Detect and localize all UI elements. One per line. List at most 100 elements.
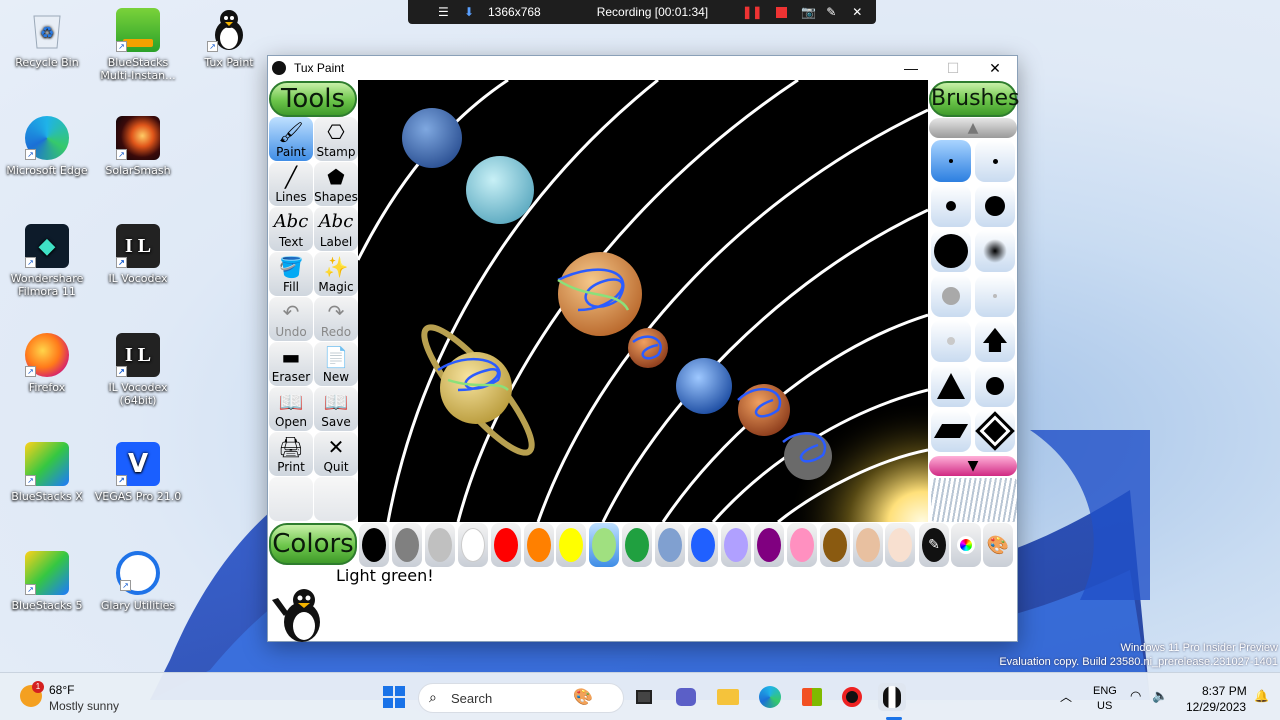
volume-icon[interactable]: 🔈 xyxy=(1152,688,1168,704)
search-box[interactable]: ⌕ Search 🎨 xyxy=(418,683,624,713)
tool-redo[interactable]: ↷ Redo xyxy=(314,297,358,341)
notification-bell-icon[interactable]: 🔔 xyxy=(1254,689,1269,703)
brushes-scroll-down[interactable]: ▼ xyxy=(929,456,1017,476)
desktop-icon-bluestacks-multi[interactable]: ↗ BlueStacks Multi-Instan... xyxy=(92,8,184,82)
tool-text[interactable]: Abc Text xyxy=(269,207,313,251)
close-icon[interactable]: ✕ xyxy=(852,5,862,19)
color-swatch[interactable] xyxy=(359,523,389,567)
camera-icon[interactable]: 📷 xyxy=(801,5,816,19)
task-view-button[interactable] xyxy=(630,683,658,711)
weather-widget[interactable]: 1 68°F Mostly sunny xyxy=(20,681,160,715)
color-rainbow-picker[interactable] xyxy=(951,523,981,567)
label-icon: Abc xyxy=(318,211,354,232)
brush-10[interactable]: 🡅 xyxy=(975,320,1015,362)
color-swatch[interactable] xyxy=(655,523,686,567)
edge-taskbar-button[interactable] xyxy=(756,683,784,711)
tool-stamp[interactable]: ⎔ Stamp xyxy=(314,117,358,161)
maximize-button[interactable]: ☐ xyxy=(932,56,974,80)
tool-empty-slot xyxy=(269,477,313,521)
pen-icon[interactable]: ✎ xyxy=(826,5,836,19)
color-picker-eyedropper[interactable]: ✎ xyxy=(919,523,949,567)
teams-chat-button[interactable] xyxy=(672,683,700,711)
search-label: Search xyxy=(451,691,493,706)
desktop-icon-edge[interactable]: ↗ Microsoft Edge xyxy=(1,116,93,177)
file-explorer-button[interactable] xyxy=(714,683,742,711)
recorder-taskbar-button[interactable] xyxy=(838,683,866,711)
color-swatch[interactable] xyxy=(720,523,751,567)
start-button[interactable] xyxy=(380,683,408,711)
minimize-button[interactable]: — xyxy=(890,56,932,80)
brush-3[interactable] xyxy=(931,185,971,227)
drawing-canvas[interactable] xyxy=(358,80,928,522)
desktop-icon-glary[interactable]: ↗ Glary Utilities xyxy=(92,551,184,612)
clock-time[interactable]: 8:37 PM xyxy=(1202,684,1247,698)
bluestacks-multi-icon: ↗ xyxy=(116,8,160,52)
tool-magic[interactable]: ✨ Magic xyxy=(314,252,358,296)
brush-texture-strip[interactable] xyxy=(931,478,1017,522)
desktop-icon-solarsmash[interactable]: ↗ SolarSmash xyxy=(92,116,184,177)
tool-label[interactable]: Abc Label xyxy=(314,207,358,251)
tool-paint[interactable]: 🖌 Paint xyxy=(269,117,313,161)
desktop-icon-bluestacks-x[interactable]: ↗ BlueStacks X xyxy=(1,442,93,503)
color-swatch[interactable] xyxy=(852,523,883,567)
clock-date[interactable]: 12/29/2023 xyxy=(1186,700,1246,714)
brush-8[interactable] xyxy=(975,275,1015,317)
desktop-icon-recycle-bin[interactable]: ♻ Recycle Bin xyxy=(1,8,93,69)
color-swatch[interactable] xyxy=(490,523,521,567)
desktop-icon-il-vocodex[interactable]: I L ↗ IL Vocodex xyxy=(92,224,184,285)
color-swatch[interactable] xyxy=(753,523,784,567)
color-swatch[interactable] xyxy=(819,523,850,567)
brush-5[interactable] xyxy=(931,230,971,272)
brushes-scroll-up[interactable]: ▲ xyxy=(929,118,1017,138)
tool-save[interactable]: 📖 Save xyxy=(314,387,358,431)
tool-quit[interactable]: ✕ Quit xyxy=(314,432,358,476)
tux-paint-taskbar-button[interactable] xyxy=(878,683,906,711)
desktop-icon-vegas[interactable]: V ↗ VEGAS Pro 21.0 xyxy=(92,442,184,503)
tool-lines[interactable]: ╱ Lines xyxy=(269,162,313,206)
tool-open[interactable]: 📖 Open xyxy=(269,387,313,431)
desktop-icon-firefox[interactable]: ↗ Firefox xyxy=(1,333,93,394)
brush-4[interactable] xyxy=(975,185,1015,227)
brush-14[interactable] xyxy=(975,410,1015,452)
menu-icon[interactable]: ☰ xyxy=(438,5,452,19)
close-button[interactable]: ✕ xyxy=(974,56,1016,80)
color-swatch[interactable] xyxy=(885,523,916,567)
color-swatch[interactable] xyxy=(523,523,554,567)
color-swatch[interactable] xyxy=(457,523,488,567)
color-swatch[interactable] xyxy=(688,523,718,567)
tool-shapes[interactable]: ⬟ Shapes xyxy=(314,162,358,206)
pause-icon[interactable]: ❚❚ xyxy=(742,5,762,19)
tool-new[interactable]: 📄 New xyxy=(314,342,358,386)
tool-print[interactable]: 🖨 Print xyxy=(269,432,313,476)
edge-icon: ↗ xyxy=(25,116,69,160)
color-swatch[interactable] xyxy=(391,523,422,567)
brush-12[interactable] xyxy=(975,365,1015,407)
color-swatch[interactable] xyxy=(589,523,620,567)
chevron-up-icon[interactable]: ︿ xyxy=(1060,688,1072,705)
desktop-icon-il-vocodex-64[interactable]: I L ↗ IL Vocodex (64bit) xyxy=(92,333,184,407)
wifi-icon[interactable]: ◠ xyxy=(1130,688,1141,704)
tool-undo[interactable]: ↶ Undo xyxy=(269,297,313,341)
brush-7[interactable] xyxy=(931,275,971,317)
stop-icon[interactable] xyxy=(776,6,788,18)
color-swatch[interactable] xyxy=(786,523,817,567)
color-swatch[interactable] xyxy=(622,523,653,567)
brush-11[interactable] xyxy=(931,365,971,407)
brush-9[interactable] xyxy=(931,320,971,362)
color-swatch[interactable] xyxy=(424,523,455,567)
tool-eraser[interactable]: ▬ Eraser xyxy=(269,342,313,386)
tool-fill[interactable]: 🪣 Fill xyxy=(269,252,313,296)
brush-6[interactable] xyxy=(975,230,1015,272)
brush-2[interactable] xyxy=(975,140,1015,182)
store-button[interactable] xyxy=(798,683,826,711)
language-line-2[interactable]: US xyxy=(1097,700,1112,712)
color-mixer-button[interactable]: 🎨 xyxy=(983,523,1013,567)
pin-icon[interactable]: ⬇ xyxy=(464,5,478,19)
desktop-icon-tux-paint[interactable]: ↗ Tux Paint xyxy=(183,8,275,69)
desktop-icon-filmora[interactable]: ◆ ↗ Wondershare Filmora 11 xyxy=(1,224,93,298)
desktop-icon-bluestacks-5[interactable]: ↗ BlueStacks 5 xyxy=(1,551,93,612)
color-swatch[interactable] xyxy=(556,523,587,567)
brush-13[interactable] xyxy=(931,410,971,452)
language-line-1[interactable]: ENG xyxy=(1093,685,1117,697)
brush-1[interactable] xyxy=(931,140,971,182)
